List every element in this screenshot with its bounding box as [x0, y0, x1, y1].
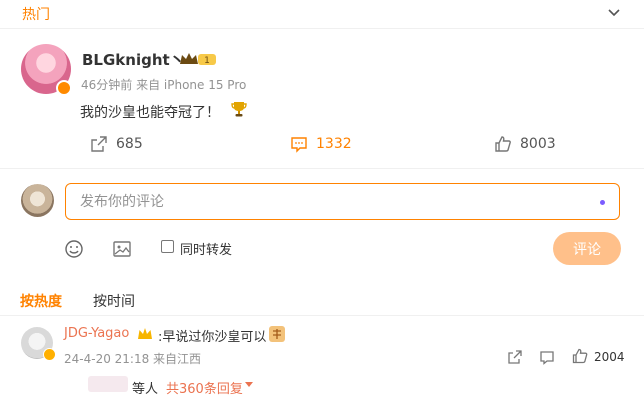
sort-by-hot-tab[interactable]: 按热度	[20, 291, 62, 311]
emoji-icon[interactable]	[64, 239, 84, 259]
verified-badge-icon	[56, 80, 72, 96]
reply-icon[interactable]	[539, 349, 555, 365]
view-replies-link[interactable]: 共360条回复	[166, 378, 243, 397]
comment-button[interactable]: 1332	[290, 134, 352, 154]
crown-level-badge-icon[interactable]: 1	[178, 51, 218, 67]
thumbs-up-icon[interactable]	[572, 348, 588, 364]
divider	[0, 315, 644, 316]
share-icon	[91, 136, 107, 152]
divider	[0, 28, 644, 29]
comment-count: 1332	[316, 136, 352, 152]
level-badge-text: 1	[204, 56, 210, 66]
verified-badge-icon	[43, 348, 56, 361]
current-user-avatar	[21, 184, 54, 217]
repost-label[interactable]: 同时转发	[180, 239, 232, 258]
like-button[interactable]: 8003	[494, 134, 556, 154]
post-text: 我的沙皇也能夺冠了！	[80, 105, 220, 121]
comment-input-box[interactable]	[65, 183, 620, 220]
commenter-name[interactable]: JDG-Yagao	[64, 326, 129, 341]
repost-checkbox[interactable]	[161, 240, 174, 253]
thumbs-up-icon	[495, 136, 511, 152]
like-count: 8003	[520, 136, 556, 152]
comment-text: :早说过你沙皇可以	[158, 330, 267, 345]
crown-badge-icon	[138, 328, 152, 339]
submit-comment-button[interactable]: 评论	[553, 232, 621, 265]
post-username[interactable]: BLGknight丶	[82, 49, 185, 70]
sort-by-time-tab[interactable]: 按时间	[93, 291, 135, 311]
hot-tab[interactable]: 热门	[22, 4, 50, 24]
post-meta: 46分钟前 来自 iPhone 15 Pro	[81, 78, 247, 92]
forward-count: 685	[116, 136, 143, 152]
comment-like-count: 2004	[594, 350, 625, 364]
chevron-down-icon[interactable]	[605, 3, 623, 21]
reply-others-label: 等人	[132, 382, 159, 397]
input-status-dot	[600, 200, 605, 205]
share-icon[interactable]	[507, 349, 523, 365]
divider	[0, 168, 644, 169]
forward-button[interactable]: 685	[90, 134, 143, 154]
comment-input[interactable]	[78, 192, 607, 211]
comment-meta: 24-4-20 21:18 来自江西	[64, 352, 202, 366]
comment-icon	[291, 137, 307, 153]
replier-names-blurred	[88, 376, 128, 392]
trophy-icon	[231, 102, 247, 117]
sticker-emoji-icon	[269, 326, 285, 342]
image-icon[interactable]	[112, 239, 132, 259]
caret-down-icon[interactable]	[245, 382, 253, 387]
